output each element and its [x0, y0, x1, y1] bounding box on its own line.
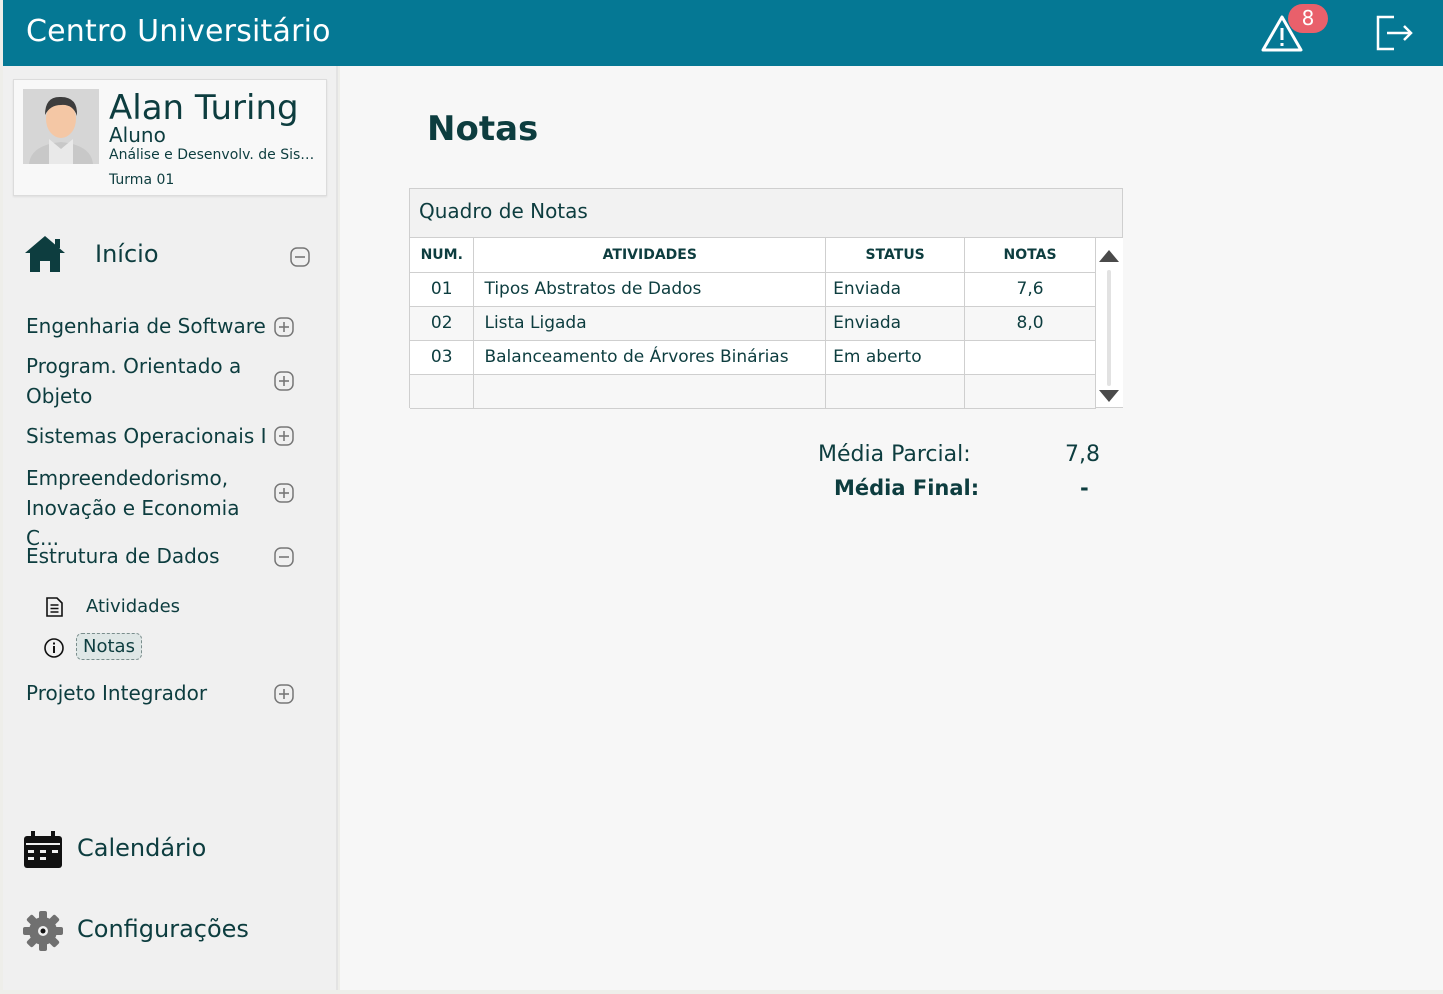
final-average-label: Média Final: — [834, 476, 980, 500]
course-label: Sistemas Operacionais I — [26, 424, 267, 448]
table-row[interactable]: 03 Balanceamento de Árvores Binárias Em … — [410, 340, 1096, 375]
nav-settings[interactable]: Configurações — [23, 911, 313, 955]
app-title: Centro Universitário — [26, 14, 331, 49]
alert-count-badge[interactable]: 8 — [1288, 4, 1328, 33]
row-status: Enviada — [825, 306, 966, 341]
sidebar-subitem-atividades[interactable]: Atividades — [43, 594, 243, 622]
sidebar: Alan Turing Aluno Análise e Desenvolv. d… — [3, 66, 338, 990]
partial-average-label: Média Parcial: — [818, 442, 971, 467]
grades-panel: Quadro de Notas NUM. ATIVIDADES STATUS N… — [409, 188, 1123, 409]
avatar — [23, 89, 99, 164]
expand-icon[interactable] — [274, 483, 294, 503]
grades-table: NUM. ATIVIDADES STATUS NOTAS 01 Tipos Ab… — [410, 238, 1096, 409]
row-num — [410, 374, 475, 409]
expand-icon[interactable] — [274, 317, 294, 337]
calendar-icon — [24, 831, 62, 868]
column-header-grades[interactable]: NOTAS — [964, 238, 1096, 273]
row-activity: Balanceamento de Árvores Binárias — [473, 340, 827, 375]
sub-item-label: Atividades — [86, 596, 181, 617]
sidebar-subitem-notas[interactable]: Notas — [43, 633, 243, 663]
table-scrollbar[interactable] — [1096, 238, 1123, 407]
info-icon — [44, 638, 64, 658]
page-title: Notas — [427, 109, 539, 149]
scroll-up-arrow-icon[interactable] — [1099, 250, 1119, 262]
sidebar-item-projeto-integrador[interactable]: Projeto Integrador — [26, 678, 306, 708]
sidebar-item-sistemas-operacionais[interactable]: Sistemas Operacionais I — [26, 421, 306, 451]
row-status — [825, 374, 966, 409]
row-grade — [964, 340, 1096, 375]
table-row[interactable]: 01 Tipos Abstratos de Dados Enviada 7,6 — [410, 272, 1096, 307]
nav-calendar[interactable]: Calendário — [23, 830, 313, 874]
home-icon — [25, 236, 65, 272]
user-course: Análise e Desenvolv. de Sistemas — [109, 147, 319, 163]
sidebar-item-empreendedorismo[interactable]: Empreendedorismo, Inovação e Economia C.… — [26, 463, 306, 550]
logout-button[interactable] — [1374, 14, 1414, 52]
collapse-icon[interactable] — [274, 547, 294, 567]
sidebar-item-programacao-oo[interactable]: Program. Orientado a Objeto — [26, 351, 306, 411]
home-label: Início — [95, 240, 159, 268]
row-grade — [964, 374, 1096, 409]
row-status: Enviada — [825, 272, 966, 307]
expand-icon[interactable] — [274, 684, 294, 704]
main-content: Notas Quadro de Notas NUM. ATIVIDADES ST… — [340, 66, 1443, 990]
column-header-status[interactable]: STATUS — [825, 238, 966, 273]
top-bar: Centro Universitário — [3, 0, 1443, 66]
course-label: Empreendedorismo, Inovação e Economia C.… — [26, 466, 240, 550]
row-activity: Lista Ligada — [473, 306, 827, 341]
user-name: Alan Turing — [109, 88, 299, 128]
settings-label: Configurações — [77, 915, 249, 943]
column-header-activities[interactable]: ATIVIDADES — [473, 238, 827, 273]
course-label: Engenharia de Software — [26, 314, 266, 338]
grades-panel-title: Quadro de Notas — [410, 189, 1122, 238]
row-grade: 7,6 — [964, 272, 1096, 307]
partial-average-value: 7,8 — [1065, 442, 1100, 467]
row-num: 02 — [410, 306, 475, 341]
user-class: Turma 01 — [109, 172, 175, 188]
table-row[interactable]: 02 Lista Ligada Enviada 8,0 — [410, 306, 1096, 341]
row-num: 03 — [410, 340, 475, 375]
expand-icon[interactable] — [274, 426, 294, 446]
row-status: Em aberto — [825, 340, 966, 375]
document-icon — [46, 597, 63, 617]
sidebar-item-engenharia-software[interactable]: Engenharia de Software — [26, 311, 306, 341]
course-label: Projeto Integrador — [26, 681, 208, 705]
row-grade: 8,0 — [964, 306, 1096, 341]
column-header-num[interactable]: NUM. — [410, 238, 475, 273]
table-row[interactable] — [410, 374, 1096, 409]
gear-icon — [23, 911, 63, 951]
row-activity: Tipos Abstratos de Dados — [473, 272, 827, 307]
row-num: 01 — [410, 272, 475, 307]
sidebar-item-estrutura-dados[interactable]: Estrutura de Dados — [26, 541, 306, 571]
sub-item-label-active: Notas — [76, 633, 142, 660]
course-label: Program. Orientado a Objeto — [26, 354, 242, 408]
calendar-label: Calendário — [77, 834, 207, 862]
final-average-value: - — [1080, 476, 1089, 500]
scroll-track[interactable] — [1107, 270, 1111, 386]
collapse-home-icon[interactable] — [290, 247, 310, 267]
expand-icon[interactable] — [274, 371, 294, 391]
logout-icon — [1376, 15, 1413, 51]
user-role: Aluno — [109, 123, 166, 147]
course-label: Estrutura de Dados — [26, 544, 220, 568]
scroll-down-arrow-icon[interactable] — [1099, 390, 1119, 402]
nav-home[interactable]: Início — [23, 234, 313, 276]
row-activity — [473, 374, 827, 409]
profile-card: Alan Turing Aluno Análise e Desenvolv. d… — [13, 79, 327, 196]
